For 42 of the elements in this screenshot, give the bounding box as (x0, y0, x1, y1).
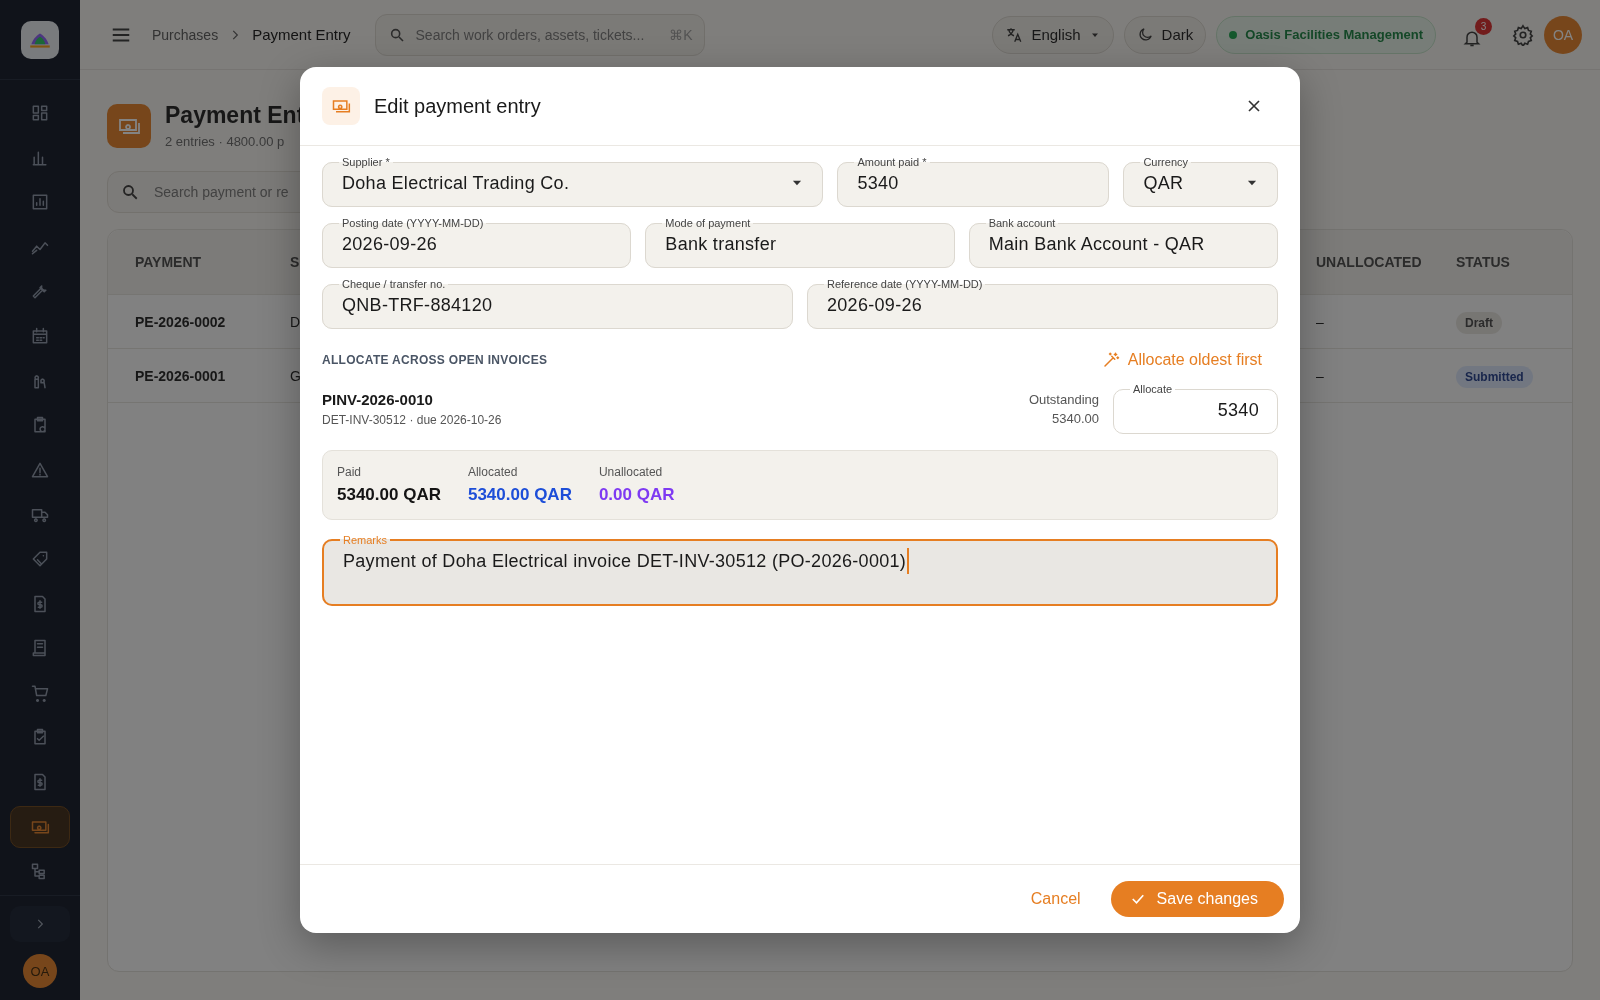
notification-count: 3 (1475, 17, 1492, 35)
summary-label: Paid (337, 465, 363, 479)
invoice-detail: DET-INV-30512 · due 2026-10-26 (322, 412, 502, 427)
field-value: Doha Electrical Trading Co. (342, 172, 571, 195)
field-value: QAR (1143, 172, 1185, 195)
summary-label: Unallocated (598, 465, 664, 479)
field-label: Bank account (987, 217, 1057, 229)
field-label: Remarks (342, 534, 388, 546)
field-label: Supplier * (341, 156, 391, 168)
field-value: 5340 (857, 172, 900, 195)
field-value: 2026-09-26 (827, 294, 924, 317)
field-label: Amount paid * (856, 156, 928, 168)
table-cell: D (290, 313, 301, 330)
outstanding-label: Outstanding (1028, 390, 1099, 409)
field-value: Bank transfer (665, 233, 778, 256)
field-label: Currency (1142, 156, 1189, 168)
field-value: 2026-09-26 (342, 233, 439, 256)
dialog-title: Edit payment entry (374, 94, 542, 118)
table-cell: G (290, 367, 301, 384)
status-tag: Submitted (1456, 365, 1533, 388)
breadcrumb-current: Payment Entry (252, 26, 351, 43)
summary-value: 5340.00 QAR (337, 485, 441, 505)
invoice-number: PINV-2026-0010 (322, 390, 434, 408)
table-cell: – (1316, 313, 1324, 330)
table-cell: – (1316, 367, 1324, 384)
field-value: QNB-TRF-884120 (342, 294, 494, 317)
section-heading: ALLOCATE ACROSS OPEN INVOICES (322, 353, 548, 367)
field-label: Cheque / transfer no. (341, 278, 447, 290)
field-value: 5340 (1216, 399, 1259, 422)
table-cell: PE-2026-0002 (135, 313, 226, 330)
table-cell: PE-2026-0001 (135, 367, 226, 384)
status-tag: Draft (1456, 311, 1502, 334)
outstanding-amount: 5340.00 (1051, 409, 1099, 428)
field-label: Reference date (YYYY-MM-DD) (826, 278, 984, 290)
page-subtitle: 2 entries · 4800.00 p (165, 134, 286, 149)
field-label: Mode of payment (664, 217, 752, 229)
summary-value: 0.00 QAR (598, 485, 675, 505)
summary-label: Allocated (467, 465, 519, 479)
summary-value: 5340.00 QAR (467, 485, 572, 505)
field-value: Main Bank Account - QAR (988, 233, 1206, 256)
field-label: Posting date (YYYY-MM-DD) (341, 217, 485, 229)
field-label: Allocate (1132, 383, 1174, 395)
